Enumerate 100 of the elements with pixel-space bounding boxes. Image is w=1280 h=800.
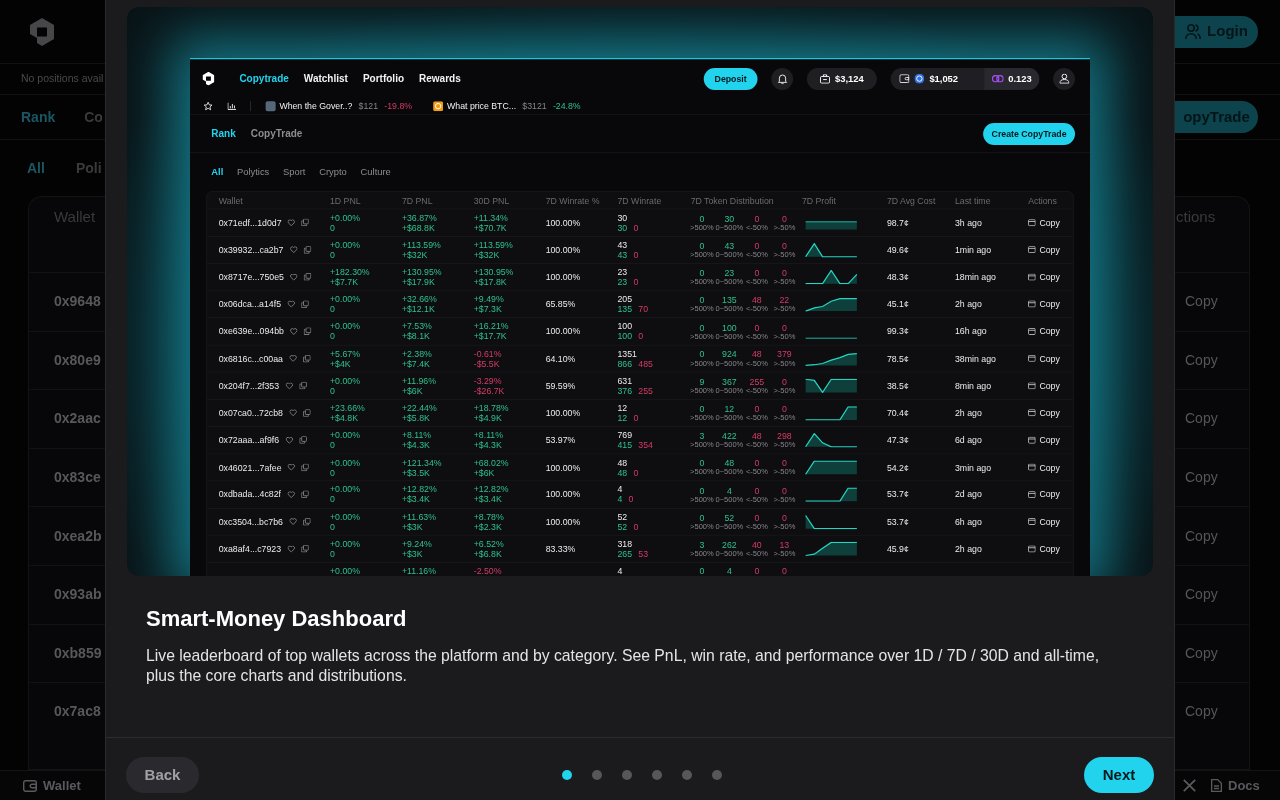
bucket-count: 0 [781, 458, 787, 469]
logo-icon[interactable] [202, 71, 215, 86]
tab[interactable]: CopyTrade [250, 126, 303, 142]
bucket-count: 48 [752, 295, 762, 306]
category-filter[interactable]: All [211, 165, 224, 180]
nav-link[interactable]: Watchlist [303, 71, 348, 87]
copy-button[interactable]: Copy [1028, 407, 1060, 418]
cash-balance-button[interactable]: $1,052 [890, 67, 985, 90]
last-time: 1min ago [955, 244, 991, 255]
last-time: 3min ago [955, 462, 991, 473]
portfolio-balance-button[interactable]: $3,124 [806, 67, 877, 90]
win-count: 48 [617, 467, 628, 478]
wallet-address: 0x93ab [54, 585, 102, 605]
last-time: 2h ago [955, 543, 982, 554]
pnl-amount: +$17.8K [473, 276, 507, 287]
market-title[interactable]: What price BTC... [447, 99, 517, 113]
page-dot-icon[interactable] [711, 770, 722, 780]
bucket-count: 0 [699, 458, 705, 469]
wallet-address: 0xb859 [54, 643, 102, 663]
last-time: 3h ago [955, 217, 982, 228]
notifications-button[interactable] [771, 67, 794, 90]
wallet-icon [23, 779, 37, 792]
create-copytrade-button[interactable]: Create CopyTrade [983, 122, 1075, 145]
win-count: 135 [617, 304, 633, 315]
pnl-percent: +113.59% [473, 239, 513, 250]
pnl-percent: +11.96% [401, 375, 436, 386]
category-filter[interactable]: Sport [283, 165, 306, 180]
category-filter[interactable]: Crypto [319, 165, 347, 180]
trade-count: 43 [617, 239, 628, 250]
column-header: 7D Winrate [617, 195, 663, 206]
back-button[interactable]: Back [126, 757, 199, 793]
bucket-count: 0 [699, 403, 705, 414]
winrate-percent: 59.59% [545, 380, 576, 391]
page-dot-icon[interactable] [561, 770, 572, 780]
pnl-percent: +6.52% [473, 538, 504, 549]
copy-button[interactable]: Copy [1028, 489, 1060, 500]
deposit-button[interactable]: Deposit [703, 67, 758, 90]
bucket-count: 379 [777, 349, 792, 360]
pnl-amount: +$6.8K [473, 548, 502, 559]
category-filter[interactable]: Polytics [237, 165, 270, 180]
bucket-count: 100 [722, 322, 737, 333]
pnl-amount: +$17.7K [473, 331, 507, 342]
avg-cost: 45.9¢ [886, 543, 909, 554]
winrate-percent: 100.00% [545, 489, 581, 500]
copy-button[interactable]: Copy [1028, 217, 1060, 228]
pnl-amount: 0 [330, 304, 335, 315]
pnl-amount: 0 [330, 222, 335, 233]
bucket-count: 0 [781, 512, 787, 523]
copy-button[interactable]: Copy [1028, 462, 1060, 473]
trade-count: 48 [617, 457, 628, 468]
loss-count: 53 [638, 548, 649, 559]
copy-button[interactable]: Copy [1028, 435, 1060, 446]
pnl-percent: +11.34% [473, 212, 508, 223]
pnl-amount: 0 [330, 521, 335, 532]
pnl-percent: +0.00% [330, 239, 360, 250]
page-dot-icon[interactable] [591, 770, 602, 780]
copy-button[interactable]: Copy [1028, 299, 1060, 310]
wallet-address: 0x71edf...1d0d7 [218, 217, 282, 228]
trade-count: 4 [617, 565, 623, 576]
page-dot-icon[interactable] [651, 770, 662, 780]
pnl-amount: +$4.3K [401, 440, 430, 451]
bucket-count: 48 [752, 349, 762, 360]
wallet-address: 0x39932...ca2b7 [218, 244, 284, 255]
copy-button[interactable]: Copy [1028, 271, 1060, 282]
winrate-percent: 53.97% [545, 435, 576, 446]
pnl-percent: +12.82% [473, 484, 509, 495]
copy-button[interactable]: Copy [1028, 244, 1060, 255]
pnl-percent: +0.00% [330, 538, 360, 549]
copy-button[interactable]: Copy [1028, 543, 1060, 554]
copy-button[interactable]: Copy [1028, 380, 1060, 391]
nav-link[interactable]: Rewards [419, 71, 461, 87]
pnl-percent: +68.02% [473, 457, 509, 468]
token-balance-button[interactable]: 0.123 [984, 67, 1040, 90]
pnl-percent: +0.00% [330, 457, 360, 468]
loss-count: 0 [638, 331, 644, 342]
pnl-amount: 0 [330, 467, 335, 478]
copy-button[interactable]: Copy [1028, 516, 1060, 527]
nav-link[interactable]: Portfolio [362, 71, 404, 87]
pnl-percent: +0.00% [330, 212, 360, 223]
profit-sparkline [805, 220, 858, 230]
winrate-percent: 64.10% [545, 353, 576, 364]
page-dot-icon[interactable] [681, 770, 692, 780]
nav-link[interactable]: Copytrade [239, 71, 289, 87]
bucket-count: 0 [754, 240, 760, 251]
pnl-percent: +0.00% [330, 511, 360, 522]
last-time: 16h ago [955, 326, 987, 337]
loss-count: 0 [633, 249, 639, 260]
avg-cost: 45.1¢ [886, 299, 909, 310]
tab[interactable]: Rank [211, 126, 236, 142]
x-mark-icon[interactable] [1183, 779, 1196, 792]
copy-button[interactable]: Copy [1028, 353, 1060, 364]
winrate-percent: 100.00% [545, 516, 581, 527]
profile-button[interactable] [1053, 67, 1075, 90]
avg-cost: 38.5¢ [886, 380, 909, 391]
next-button[interactable]: Next [1084, 757, 1154, 793]
copy-button[interactable]: Copy [1028, 326, 1060, 337]
market-title[interactable]: When the Gover..? [279, 99, 353, 113]
page-dot-icon[interactable] [621, 770, 632, 780]
category-filter[interactable]: Culture [360, 165, 391, 180]
bucket-count: 40 [752, 539, 762, 550]
